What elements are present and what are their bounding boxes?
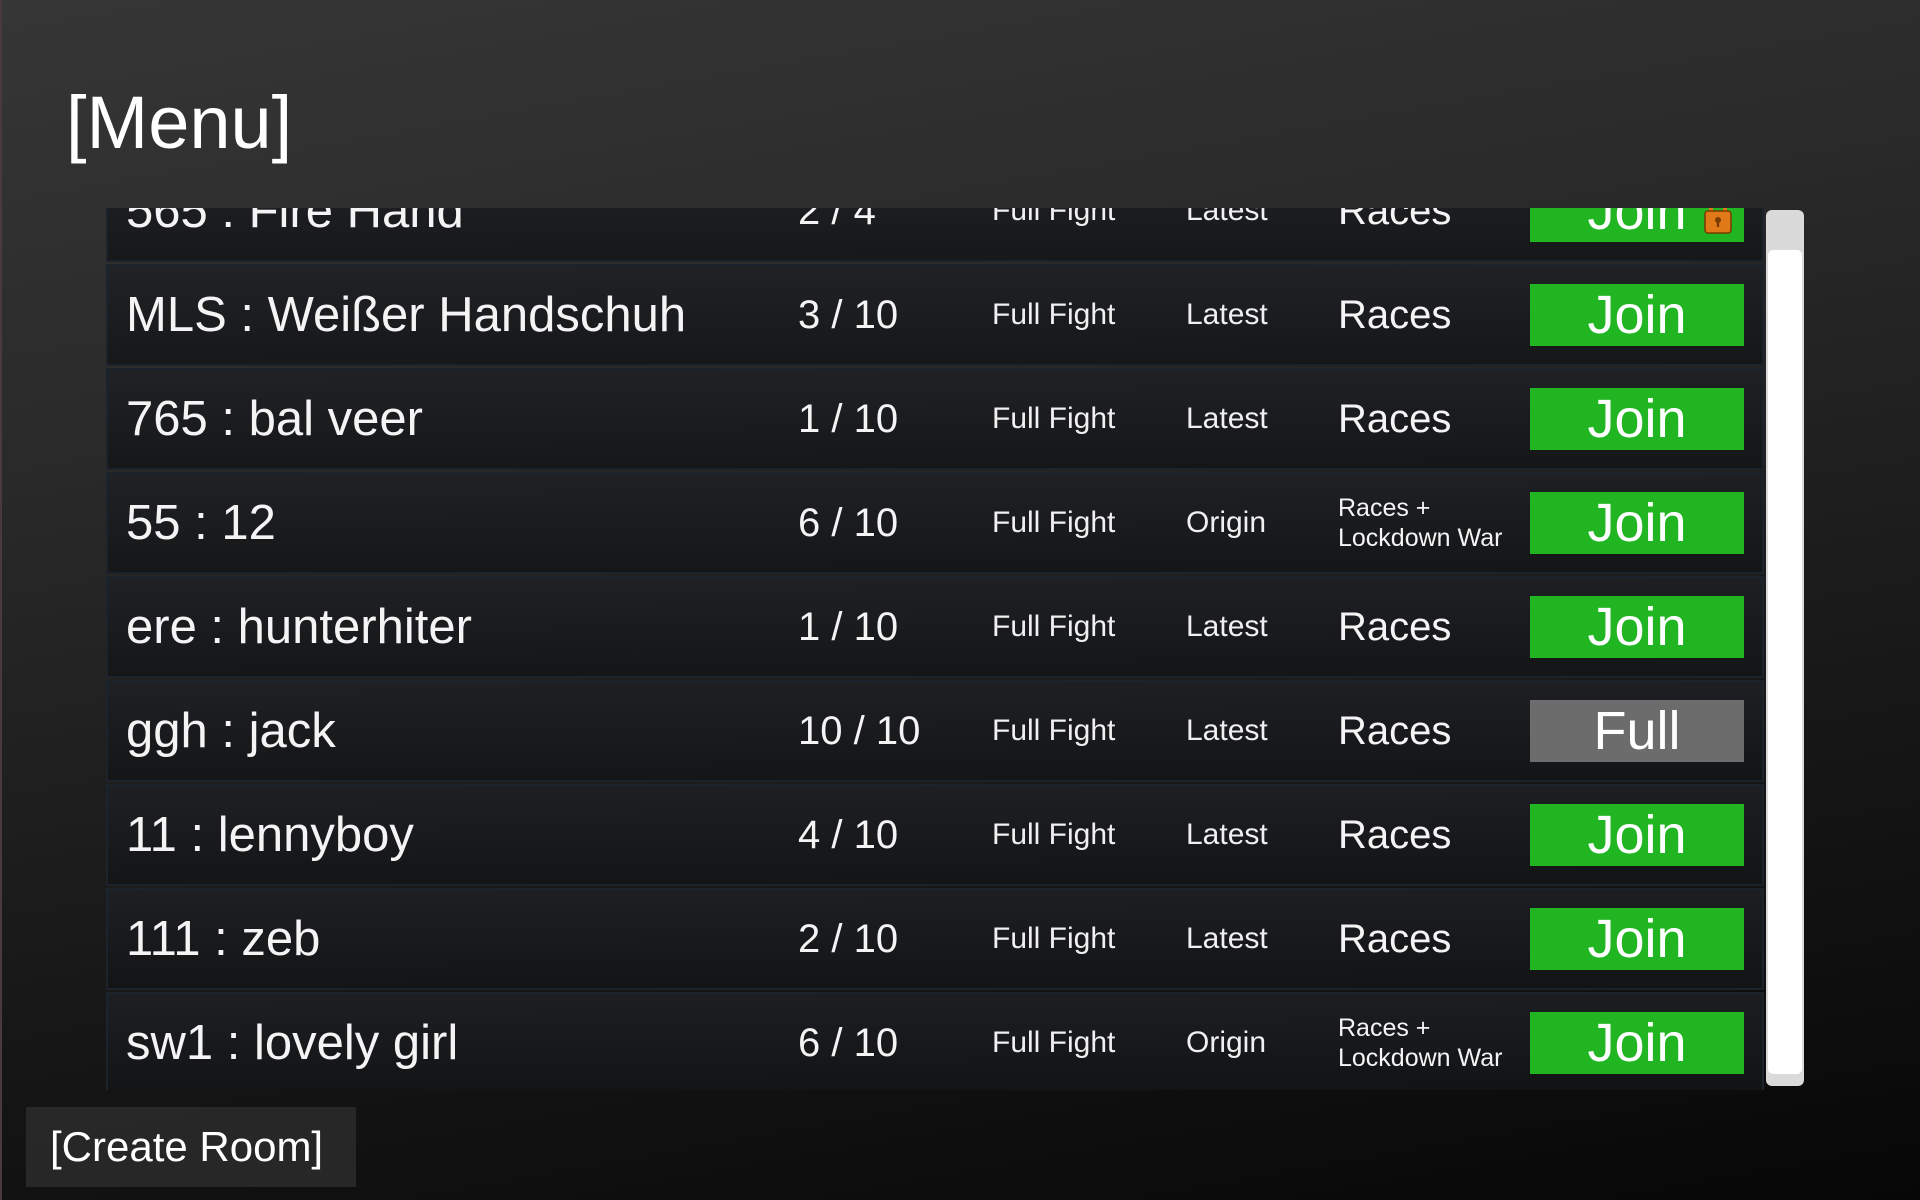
room-mode: Full Fight xyxy=(992,818,1116,851)
menu-button[interactable]: [Menu] xyxy=(66,78,292,168)
room-players: 4 / 10 xyxy=(798,812,899,857)
join-button[interactable]: Join xyxy=(1530,208,1744,242)
join-button-label: Join xyxy=(1587,805,1687,865)
room-version: Latest xyxy=(1186,208,1268,227)
room-row: 565 : Fire Hand 2 / 4 Full Fight Latest … xyxy=(106,208,1764,262)
room-type: Races + Lockdown War xyxy=(1338,494,1503,552)
room-list[interactable]: 565 : Fire Hand 2 / 4 Full Fight Latest … xyxy=(106,208,1764,1090)
room-players: 2 / 10 xyxy=(798,916,899,961)
scrollbar[interactable] xyxy=(1766,210,1804,1086)
room-version: Origin xyxy=(1186,1026,1267,1059)
room-list-content: 565 : Fire Hand 2 / 4 Full Fight Latest … xyxy=(106,208,1764,1090)
room-players: 6 / 10 xyxy=(798,500,899,545)
room-type: Races xyxy=(1338,208,1452,233)
room-mode: Full Fight xyxy=(992,402,1116,435)
room-name: sw1 : lovely girl xyxy=(126,1016,459,1070)
join-button[interactable]: Join xyxy=(1530,804,1744,866)
window-edge xyxy=(0,0,2,1200)
join-button-label: Join xyxy=(1587,909,1687,969)
join-button-label: Join xyxy=(1587,208,1687,241)
join-button[interactable]: Join xyxy=(1530,596,1744,658)
room-name: 11 : lennyboy xyxy=(126,808,414,862)
room-name: ggh : jack xyxy=(126,704,336,758)
room-version: Latest xyxy=(1186,714,1268,747)
join-button[interactable]: Join xyxy=(1530,492,1744,554)
room-mode: Full Fight xyxy=(992,922,1116,955)
room-row: 111 : zeb 2 / 10 Full Fight Latest Races… xyxy=(106,888,1764,990)
join-button[interactable]: Join xyxy=(1530,388,1744,450)
room-row: 11 : lennyboy 4 / 10 Full Fight Latest R… xyxy=(106,784,1764,886)
room-players: 1 / 10 xyxy=(798,604,899,649)
room-row: 765 : bal veer 1 / 10 Full Fight Latest … xyxy=(106,368,1764,470)
room-mode: Full Fight xyxy=(992,298,1116,331)
room-version: Latest xyxy=(1186,922,1268,955)
room-mode: Full Fight xyxy=(992,208,1116,227)
full-button[interactable]: Full xyxy=(1530,700,1744,762)
room-row: 55 : 12 6 / 10 Full Fight Origin Races +… xyxy=(106,472,1764,574)
room-players: 2 / 4 xyxy=(798,208,876,233)
room-type: Races xyxy=(1338,917,1452,961)
full-button-label: Full xyxy=(1593,701,1681,761)
room-version: Origin xyxy=(1186,506,1267,539)
room-row: MLS : Weißer Handschuh 3 / 10 Full Fight… xyxy=(106,264,1764,366)
room-name: ere : hunterhiter xyxy=(126,600,472,654)
room-name: 565 : Fire Hand xyxy=(126,208,464,238)
join-button-label: Join xyxy=(1587,285,1687,345)
room-type: Races xyxy=(1338,293,1452,337)
join-button-label: Join xyxy=(1587,493,1687,553)
room-row: ggh : jack 10 / 10 Full Fight Latest Rac… xyxy=(106,680,1764,782)
room-row: sw1 : lovely girl 6 / 10 Full Fight Orig… xyxy=(106,992,1764,1090)
room-name: MLS : Weißer Handschuh xyxy=(126,288,687,342)
room-mode: Full Fight xyxy=(992,610,1116,643)
room-type: Races xyxy=(1338,813,1452,857)
room-type: Races xyxy=(1338,709,1452,753)
join-button-label: Join xyxy=(1587,1013,1687,1073)
room-mode: Full Fight xyxy=(992,1026,1116,1059)
room-mode: Full Fight xyxy=(992,714,1116,747)
room-name: 55 : 12 xyxy=(126,496,276,550)
room-version: Latest xyxy=(1186,610,1268,643)
room-name: 111 : zeb xyxy=(126,912,321,966)
room-players: 1 / 10 xyxy=(798,396,899,441)
room-mode: Full Fight xyxy=(992,506,1116,539)
room-players: 6 / 10 xyxy=(798,1020,899,1065)
room-row: ere : hunterhiter 1 / 10 Full Fight Late… xyxy=(106,576,1764,678)
join-button-label: Join xyxy=(1587,389,1687,449)
room-version: Latest xyxy=(1186,402,1268,435)
join-button[interactable]: Join xyxy=(1530,284,1744,346)
room-version: Latest xyxy=(1186,818,1268,851)
room-type: Races xyxy=(1338,397,1452,441)
scrollbar-thumb[interactable] xyxy=(1768,250,1802,1074)
join-button-label: Join xyxy=(1587,597,1687,657)
room-players: 10 / 10 xyxy=(798,708,921,753)
room-players: 3 / 10 xyxy=(798,292,899,337)
room-type: Races xyxy=(1338,605,1452,649)
room-type: Races + Lockdown War xyxy=(1338,1014,1503,1072)
create-room-button[interactable]: [Create Room] xyxy=(26,1107,356,1187)
join-button[interactable]: Join xyxy=(1530,1012,1744,1074)
room-name: 765 : bal veer xyxy=(126,392,423,446)
lock-icon xyxy=(1704,208,1732,234)
join-button[interactable]: Join xyxy=(1530,908,1744,970)
room-version: Latest xyxy=(1186,298,1268,331)
